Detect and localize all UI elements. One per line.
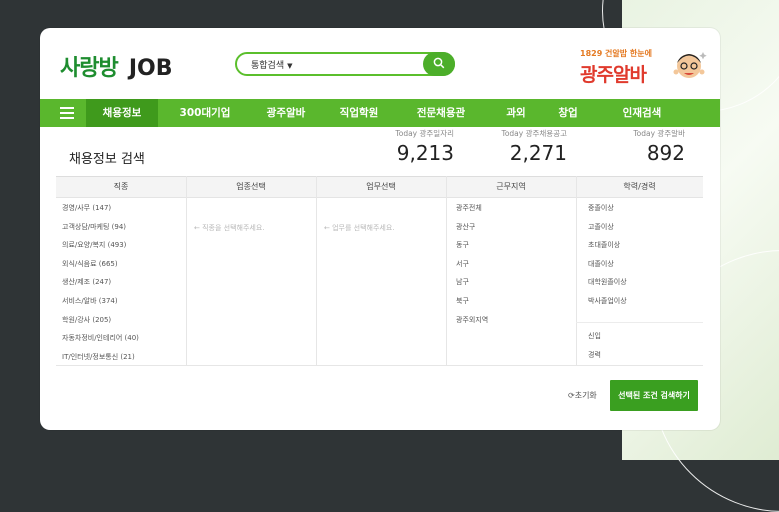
- nav-item-jobs[interactable]: 채용정보: [86, 99, 158, 127]
- search-selected-button[interactable]: 선택된 조건 검색하기: [610, 380, 698, 411]
- stat-value: 9,213: [396, 141, 454, 165]
- job-type-option[interactable]: IT/인터넷/정보통신 (21): [62, 352, 139, 371]
- page-title: 채용정보 검색: [69, 152, 145, 167]
- mascot-icon: [673, 52, 707, 78]
- stat-jobs: Today 광주일자리 9,213: [370, 128, 454, 165]
- nav-item-vocational[interactable]: 직업학원: [327, 99, 391, 127]
- region-option[interactable]: 동구: [456, 240, 488, 259]
- region-list: 광주전체 광산구 동구 서구 남구 북구 광주외지역: [456, 203, 488, 333]
- logo-english: JOB: [128, 56, 173, 81]
- promo-small-text: 1829 건알밥 한눈에: [580, 49, 652, 58]
- industry-column: ← 직종을 선택해주세요.: [194, 223, 265, 233]
- stat-postings: Today 광주채용공고 2,271: [480, 128, 567, 165]
- filter-table-header: 직종 업종선택 업무선택 근무지역 학력/경력: [56, 176, 703, 198]
- nav-item-gwangju-alba[interactable]: 광주알바: [254, 99, 318, 127]
- education-option[interactable]: 중졸이상: [588, 203, 627, 222]
- education-option[interactable]: 박사졸업이상: [588, 296, 627, 315]
- education-option[interactable]: 대졸이상: [588, 259, 627, 278]
- region-option[interactable]: 광산구: [456, 222, 488, 241]
- task-hint: ← 업무를 선택해주세요.: [324, 224, 395, 232]
- stat-label: Today 광주일자리: [395, 129, 454, 138]
- refresh-icon: ⟳: [568, 391, 575, 400]
- nav-item-top300[interactable]: 300대기업: [170, 99, 240, 127]
- job-search-card: 사랑방 JOB 통합검색 ▼ 1829 건알밥 한눈에 광주알바 채용정보 30…: [40, 28, 720, 430]
- nav-item-tutoring[interactable]: 과외: [496, 99, 536, 127]
- reset-button[interactable]: ⟳초기화: [568, 390, 597, 401]
- header-industry: 업종선택: [236, 182, 266, 191]
- job-type-option[interactable]: 고객상담/마케팅 (94): [62, 222, 139, 241]
- stat-label: Today 광주알바: [633, 129, 685, 138]
- column-divider: [446, 176, 447, 365]
- job-type-option[interactable]: 의료/요양/복지 (493): [62, 240, 139, 259]
- column-divider: [316, 176, 317, 365]
- caret-down-icon: ▼: [287, 62, 293, 70]
- promo-big-text: 광주알바: [580, 64, 647, 86]
- divider: [576, 322, 703, 323]
- nav-item-talent-search[interactable]: 인재검색: [610, 99, 674, 127]
- job-type-option[interactable]: 서비스/알바 (374): [62, 296, 139, 315]
- main-nav: 채용정보 300대기업 광주알바 직업학원 전문채용관 과외 창업 인재검색: [40, 99, 720, 127]
- stat-alba: Today 광주알바 892: [605, 128, 685, 165]
- region-option[interactable]: 광주외지역: [456, 315, 488, 334]
- search-button[interactable]: [423, 52, 455, 76]
- job-type-option[interactable]: 학원/강사 (205): [62, 315, 139, 334]
- job-type-option[interactable]: 생산/제조 (247): [62, 277, 139, 296]
- header-education: 학력/경력: [623, 182, 656, 191]
- education-option[interactable]: 고졸이상: [588, 222, 627, 241]
- column-divider: [576, 176, 577, 365]
- job-type-list: 경영/사무 (147) 고객상담/마케팅 (94) 의료/요양/복지 (493)…: [62, 203, 139, 370]
- stat-label: Today 광주채용공고: [501, 129, 567, 138]
- header-task: 업무선택: [366, 182, 396, 191]
- region-option[interactable]: 남구: [456, 277, 488, 296]
- nav-item-startup[interactable]: 창업: [548, 99, 588, 127]
- education-option[interactable]: 대학원졸이상: [588, 277, 627, 296]
- menu-icon[interactable]: [60, 107, 74, 119]
- reset-label: 초기화: [574, 391, 597, 400]
- job-type-option[interactable]: 경영/사무 (147): [62, 203, 139, 222]
- region-option[interactable]: 서구: [456, 259, 488, 278]
- experience-list: 신입 경력: [588, 331, 601, 368]
- header-region: 근무지역: [496, 182, 526, 191]
- stat-value: 2,271: [509, 141, 567, 165]
- nav-item-specialist[interactable]: 전문채용관: [404, 99, 478, 127]
- region-option[interactable]: 북구: [456, 296, 488, 315]
- experience-option[interactable]: 신입: [588, 331, 601, 350]
- site-logo[interactable]: 사랑방 JOB: [60, 50, 172, 82]
- stat-value: 892: [646, 141, 685, 165]
- search-scope-label: 통합검색: [251, 61, 285, 71]
- column-divider: [186, 176, 187, 365]
- promo-banner[interactable]: 1829 건알밥 한눈에 광주알바: [580, 46, 710, 86]
- task-column: ← 업무를 선택해주세요.: [324, 223, 395, 233]
- job-type-option[interactable]: 자동차정비/인테리어 (40): [62, 333, 139, 352]
- education-list: 중졸이상 고졸이상 초대졸이상 대졸이상 대학원졸이상 박사졸업이상: [588, 203, 627, 315]
- region-option[interactable]: 광주전체: [456, 203, 488, 222]
- table-bottom-border: [56, 365, 703, 366]
- search-scope-select[interactable]: 통합검색 ▼: [251, 58, 293, 71]
- search-box[interactable]: 통합검색 ▼: [235, 52, 455, 76]
- search-icon: [433, 57, 445, 69]
- industry-hint: ← 직종을 선택해주세요.: [194, 224, 265, 232]
- education-option[interactable]: 초대졸이상: [588, 240, 627, 259]
- logo-korean: 사랑방: [60, 56, 119, 81]
- header-job-type: 직종: [113, 182, 129, 191]
- job-type-option[interactable]: 외식/식음료 (665): [62, 259, 139, 278]
